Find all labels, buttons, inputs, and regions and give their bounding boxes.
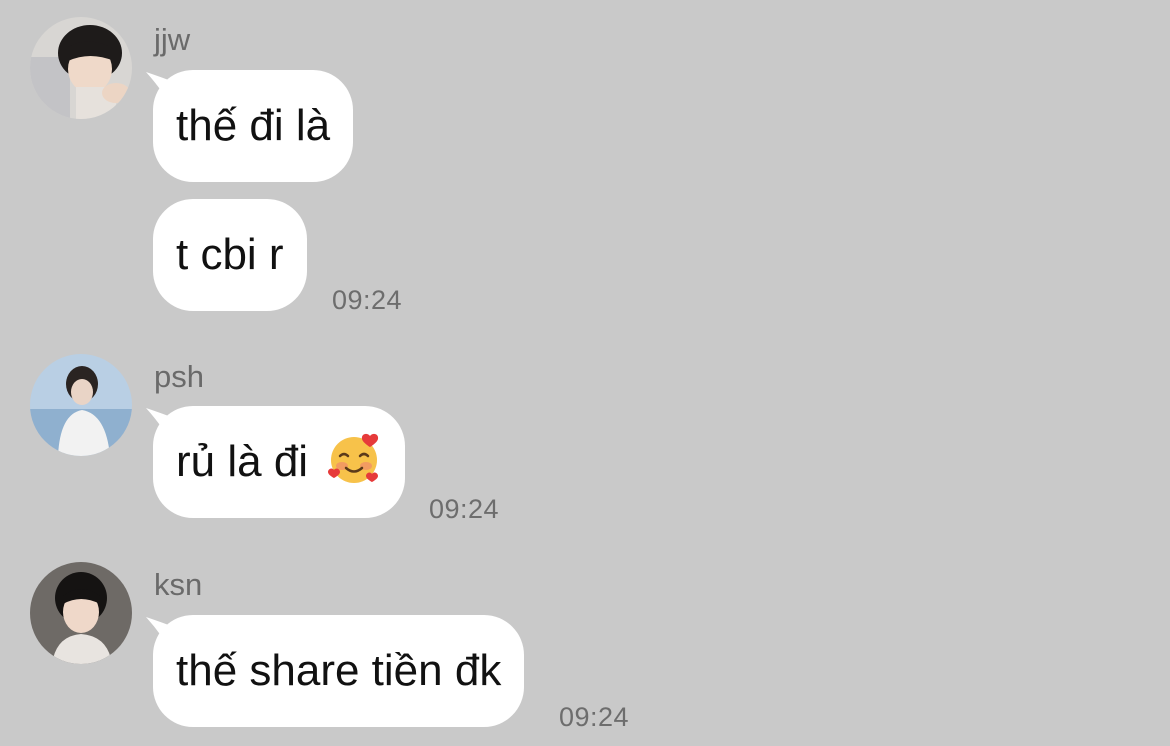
message-bubble[interactable]: thế share tiền đk xyxy=(153,615,525,727)
avatar-ksn[interactable] xyxy=(30,562,132,664)
message-bubble[interactable]: t cbi r xyxy=(153,199,307,311)
message-text: rủ là đi xyxy=(176,437,309,486)
message-timestamp: 09:24 xyxy=(429,494,500,524)
avatar-psh[interactable] xyxy=(30,354,132,456)
message-bubble[interactable]: thế đi là xyxy=(153,70,354,182)
message-bubble[interactable]: rủ là đi xyxy=(153,406,406,518)
chat-thread: jjw thế đi là t cbi r 09:24 psh rủ là đi xyxy=(0,0,1170,746)
sender-name-jjw: jjw xyxy=(154,22,191,57)
message-timestamp: 09:24 xyxy=(559,702,630,732)
sender-name-ksn: ksn xyxy=(154,567,203,602)
smiling-face-with-hearts-icon xyxy=(326,416,382,483)
message-timestamp: 09:24 xyxy=(332,285,403,315)
sender-name-psh: psh xyxy=(154,359,204,394)
avatar-jjw[interactable] xyxy=(30,17,132,119)
